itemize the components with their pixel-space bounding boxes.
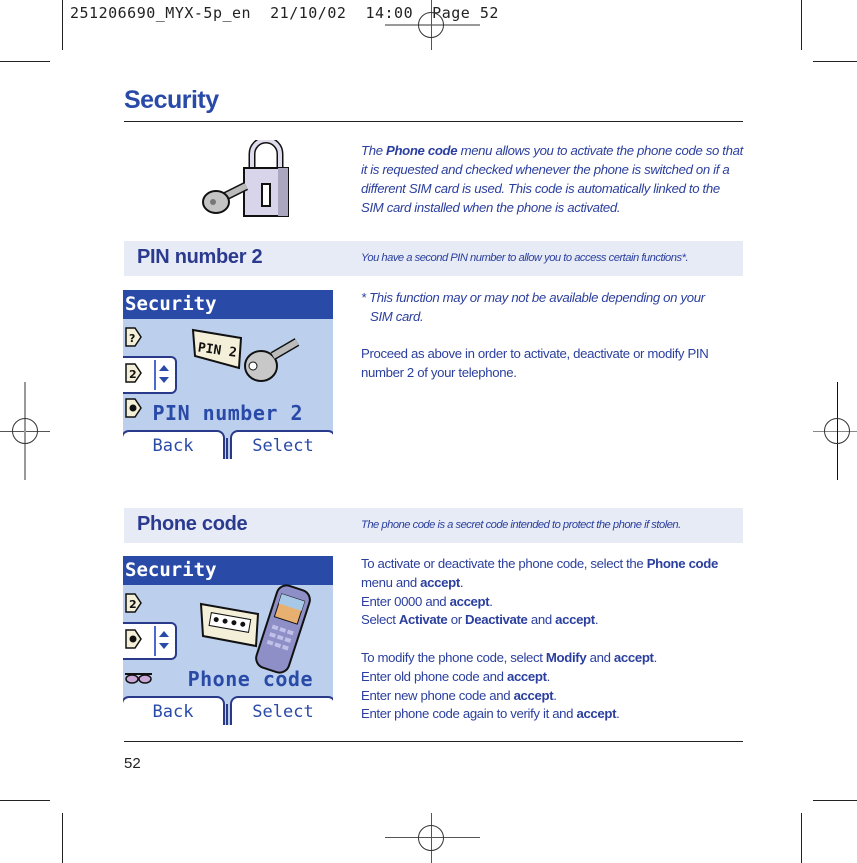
spinner-cursor bbox=[154, 360, 156, 390]
footnote-line: SIM card. bbox=[370, 308, 424, 324]
screen-titlebar: Security bbox=[123, 556, 333, 585]
softkey-divider bbox=[226, 704, 228, 725]
spinner-down-icon[interactable] bbox=[159, 377, 169, 383]
step-line: Select Activate or Deactivate and accept… bbox=[361, 612, 599, 628]
menu-icon-3 bbox=[125, 629, 142, 649]
crop-mark bbox=[813, 61, 857, 62]
pin2-paragraph: Proceed as above in order to activate, d… bbox=[361, 346, 709, 381]
spinner-up-icon[interactable] bbox=[159, 631, 169, 637]
step-line: To activate or deactivate the phone code… bbox=[361, 556, 718, 590]
section-heading: PIN number 2 bbox=[137, 246, 263, 268]
intro-paragraph: The Phone code menu allows you to activa… bbox=[361, 141, 745, 217]
glasses-icon bbox=[124, 671, 154, 685]
phone-code-icon bbox=[198, 584, 313, 674]
screen-titlebar: Security bbox=[123, 290, 333, 319]
page-title: Security bbox=[124, 86, 219, 114]
step-line: Enter 0000 and accept. bbox=[361, 593, 493, 609]
footnote-line: * This function may or may not be availa… bbox=[361, 290, 705, 305]
step-line: Enter old phone code and accept. bbox=[361, 668, 550, 684]
svg-text:2: 2 bbox=[129, 368, 137, 381]
phone-screen-phone-code: Security 2 Phone code Back Select bbox=[123, 556, 333, 725]
section-heading: Phone code bbox=[137, 513, 248, 535]
screen-selected-label: Phone code bbox=[187, 667, 313, 691]
step-line: To modify the phone code, select Modify … bbox=[361, 649, 657, 665]
header-rule bbox=[124, 121, 743, 122]
spinner-up-icon[interactable] bbox=[159, 365, 169, 371]
svg-text:2: 2 bbox=[129, 598, 137, 611]
crop-mark bbox=[813, 800, 857, 801]
back-softkey[interactable]: Back bbox=[123, 430, 225, 459]
crop-mark bbox=[62, 813, 63, 863]
intro-prefix: The bbox=[361, 143, 386, 158]
spinner-down-icon[interactable] bbox=[159, 643, 169, 649]
section-subtitle: The phone code is a secret code intended… bbox=[361, 519, 681, 531]
menu-icon-2: 2 bbox=[125, 363, 142, 383]
screen-title: Security bbox=[125, 293, 217, 315]
menu-icon-3 bbox=[125, 398, 142, 418]
section-band-pin2: PIN number 2 You have a second PIN numbe… bbox=[124, 241, 743, 276]
crop-mark bbox=[801, 813, 802, 863]
select-softkey[interactable]: Select bbox=[230, 430, 333, 459]
padlock-key-icon bbox=[200, 136, 300, 225]
screen-title: Security bbox=[125, 559, 217, 581]
footer-rule bbox=[124, 741, 743, 742]
crop-mark bbox=[62, 0, 63, 50]
screen-selected-label: PIN number 2 bbox=[152, 401, 303, 425]
section-subtitle: You have a second PIN number to allow yo… bbox=[361, 252, 689, 264]
select-softkey[interactable]: Select bbox=[230, 696, 333, 725]
phone-screen-pin2: Security ? 2 PIN 2 PIN number 2 Back Sel… bbox=[123, 290, 333, 459]
section-band-phone-code: Phone code The phone code is a secret co… bbox=[124, 508, 743, 543]
crop-mark bbox=[801, 0, 802, 50]
pin2-key-icon: PIN 2 bbox=[191, 326, 301, 388]
svg-text:?: ? bbox=[129, 332, 135, 345]
menu-icon-question: ? bbox=[125, 327, 142, 347]
step-line: Enter phone code again to verify it and … bbox=[361, 706, 620, 722]
crop-mark bbox=[0, 61, 50, 62]
intro-bold-term: Phone code bbox=[386, 143, 458, 158]
footnote: * This function may or may not be availa… bbox=[361, 289, 745, 327]
step-line: Enter new phone code and accept. bbox=[361, 687, 557, 703]
spinner-cursor bbox=[154, 626, 156, 656]
menu-icon-2: 2 bbox=[125, 593, 142, 613]
page-number: 52 bbox=[124, 755, 141, 772]
crop-mark bbox=[0, 800, 50, 801]
phone-code-steps: To activate or deactivate the phone code… bbox=[361, 555, 745, 724]
pin2-notes: * This function may or may not be availa… bbox=[361, 289, 745, 383]
softkey-divider bbox=[226, 438, 228, 459]
back-softkey[interactable]: Back bbox=[123, 696, 225, 725]
